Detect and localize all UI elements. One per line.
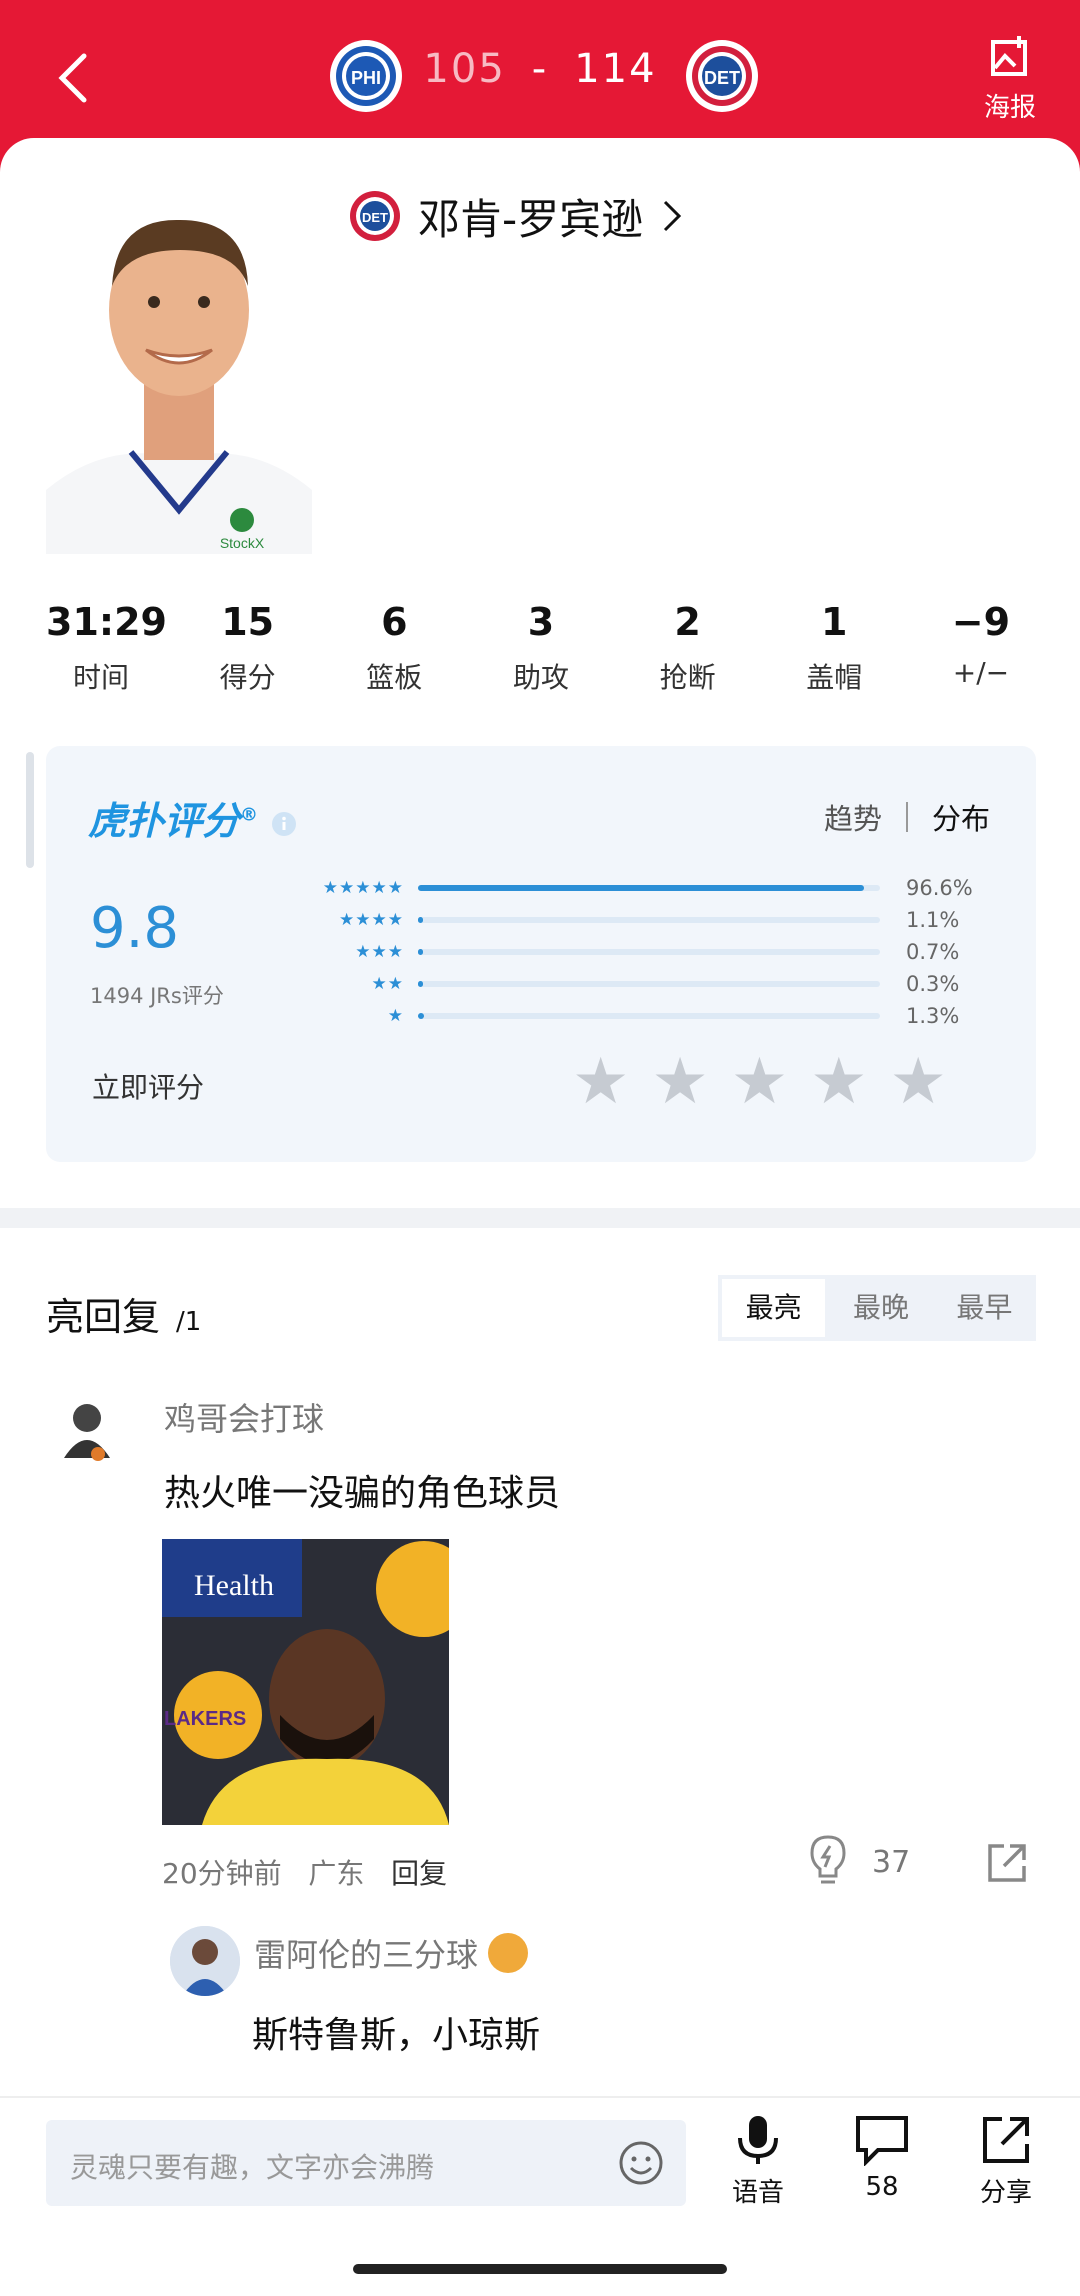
stat-steals: 2 抢断 xyxy=(659,600,716,694)
tab-trend[interactable]: 趋势 xyxy=(824,796,882,838)
emoji-icon[interactable] xyxy=(618,2140,664,2186)
share-label: 分享 xyxy=(979,2178,1032,2208)
comment-input[interactable]: 灵魂只要有趣，文字亦会沸腾 xyxy=(46,2120,686,2206)
share-button[interactable]: 分享 xyxy=(966,2114,1046,2209)
tab-distribution[interactable]: 分布 xyxy=(932,796,990,838)
poster-icon xyxy=(991,36,1027,76)
svg-text:Health: Health xyxy=(194,1569,274,1602)
away-score: 114 xyxy=(574,46,657,92)
comment-placeholder: 灵魂只要有趣，文字亦会沸腾 xyxy=(70,2151,435,2184)
rating-score: 9.8 xyxy=(90,896,180,961)
sub-reply-avatar[interactable] xyxy=(170,1926,240,1996)
sort-latest[interactable]: 最晚 xyxy=(829,1275,932,1341)
reply-meta: 20分钟前 广东 回复 xyxy=(162,1852,447,1892)
like-count: 37 xyxy=(872,1845,911,1880)
dist-row-4: ★★★★ 1.1% xyxy=(339,908,960,932)
light-bulb-icon[interactable] xyxy=(808,1834,848,1888)
chevron-right-icon xyxy=(664,200,682,232)
stat-assists: 3 助攻 xyxy=(512,600,569,694)
rating-brand: 虎扑评分® xyxy=(88,790,297,845)
home-score: 105 xyxy=(423,46,506,92)
sub-reply-username-row[interactable]: 雷阿伦的三分球 xyxy=(254,1930,529,1976)
dist-row-1: ★ 1.3% xyxy=(387,1004,960,1028)
dist-row-5: ★★★★★ 96.6% xyxy=(322,876,973,900)
rate-star-icon-5[interactable]: ★ xyxy=(890,1050,947,1114)
poster-button[interactable]: 海报 xyxy=(980,34,1040,124)
comment-bubble-icon xyxy=(856,2116,908,2166)
stat-rebounds: 6 篮板 xyxy=(366,600,423,694)
avatar[interactable] xyxy=(46,1392,128,1474)
svg-text:LAKERS: LAKERS xyxy=(164,1708,246,1730)
sub-reply-username: 雷阿伦的三分球 xyxy=(254,1936,479,1974)
rate-star-icon-4[interactable]: ★ xyxy=(810,1050,867,1114)
scroll-indicator[interactable] xyxy=(26,752,34,868)
reply-username[interactable]: 鸡哥会打球 xyxy=(164,1394,324,1440)
sub-reply-text: 斯特鲁斯，小琼斯 xyxy=(252,2015,541,2056)
reply-text: 热火唯一没骗的角色球员 xyxy=(164,1473,561,1514)
dist-row-3: ★★★ 0.7% xyxy=(355,940,960,964)
team-logo-icon: DET xyxy=(350,191,400,241)
player-name-row[interactable]: DET 邓肯-罗宾逊 xyxy=(348,188,687,244)
replies-title: 亮回复/1 xyxy=(46,1295,202,1339)
sort-brightest[interactable]: 最亮 xyxy=(722,1279,826,1337)
svg-text:StockX: StockX xyxy=(220,535,265,551)
home-indicator[interactable] xyxy=(353,2264,727,2274)
share-icon[interactable] xyxy=(986,1842,1028,1884)
comments-button[interactable]: 58 xyxy=(842,2114,922,2202)
reply-image[interactable]: Health LAKERS xyxy=(162,1539,449,1825)
tab-divider xyxy=(905,802,908,832)
dist-row-2: ★★ 0.3% xyxy=(371,972,960,996)
header-bar: PHI 105-114 DET 海报 xyxy=(0,0,1080,145)
sort-earliest[interactable]: 最早 xyxy=(933,1275,1036,1341)
rate-now-label: 立即评分 xyxy=(92,1071,205,1104)
stat-plus-minus: −9 +/− xyxy=(951,600,1011,689)
poster-label: 海报 xyxy=(983,93,1036,123)
info-icon[interactable] xyxy=(271,811,297,837)
stat-blocks: 1 盖帽 xyxy=(806,600,863,694)
player-stats: 31:29 时间 15 得分 6 篮板 3 助攻 2 抢断 1 盖帽 −9 +/− xyxy=(46,600,1036,696)
svg-text:DET: DET xyxy=(362,210,388,225)
voice-label: 语音 xyxy=(731,2178,784,2208)
voice-button[interactable]: 语音 xyxy=(718,2114,798,2209)
share-arrow-icon xyxy=(983,2117,1029,2163)
score-separator: - xyxy=(531,46,549,92)
rate-stars: ★ ★ ★ ★ ★ xyxy=(572,1050,969,1114)
stat-points: 15 得分 xyxy=(219,600,276,694)
reply-time: 20分钟前 xyxy=(162,1857,282,1890)
rating-count: 1494 JRs评分 xyxy=(90,984,224,1008)
rating-card: 虎扑评分® 趋势 分布 9.8 1494 JRs评分 ★★★★★ 96.6% ★★… xyxy=(46,746,1036,1162)
svg-text:DET: DET xyxy=(704,68,740,88)
rate-star-icon-1[interactable]: ★ xyxy=(572,1050,629,1114)
section-divider xyxy=(0,1208,1080,1228)
game-score: 105-114 xyxy=(0,46,1080,92)
user-badge-icon xyxy=(488,1933,529,1973)
microphone-icon xyxy=(738,2116,778,2164)
rating-tabs: 趋势 分布 xyxy=(824,796,990,838)
rate-star-icon-2[interactable]: ★ xyxy=(651,1050,708,1114)
rating-distribution: ★★★★★ 96.6% ★★★★ 1.1% ★★★ 0.7% ★★ 0.3% ★ 1.3% xyxy=(304,872,1004,1032)
away-team-logo[interactable]: DET xyxy=(686,40,758,112)
player-photo: StockX xyxy=(46,190,312,554)
comments-count: 58 xyxy=(865,2172,899,2202)
replies-sort: 最亮 最晚 最早 xyxy=(718,1275,1036,1341)
reply-location: 广东 xyxy=(308,1857,365,1890)
rate-star-icon-3[interactable]: ★ xyxy=(731,1050,788,1114)
player-name: 邓肯-罗宾逊 xyxy=(418,194,644,244)
reply-button[interactable]: 回复 xyxy=(391,1857,447,1890)
stat-minutes: 31:29 时间 xyxy=(46,600,167,694)
